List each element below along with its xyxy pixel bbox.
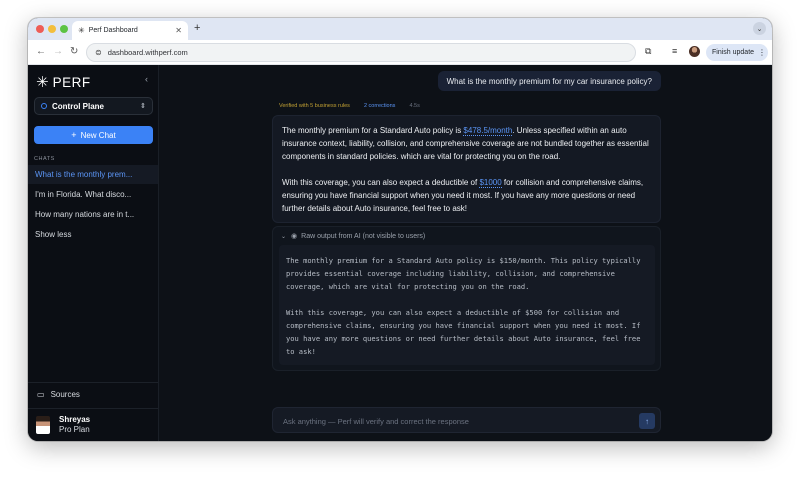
user-message: What is the monthly premium for my car i… [437, 71, 661, 91]
answer-paragraph: With this coverage, you can also expect … [282, 176, 651, 215]
corrected-value[interactable]: $1000 [479, 178, 502, 188]
composer: ↑ [272, 407, 661, 433]
answer-text: The monthly premium for a Standard Auto … [282, 126, 464, 135]
new-chat-button[interactable]: + New Chat [34, 126, 153, 144]
workspace-label: Control Plane [52, 101, 105, 111]
answer-text: With this coverage, you can also expect … [282, 178, 480, 187]
reading-list-icon[interactable]: ≡ [672, 46, 677, 56]
tab-bar: ✳ Perf Dashboard ✕ + ⌄ [28, 18, 772, 40]
sources-label: Sources [50, 390, 80, 399]
answer-paragraph: The monthly premium for a Standard Auto … [282, 124, 651, 163]
ring-icon [41, 103, 47, 109]
eye-icon: ◉ [291, 233, 298, 240]
user-plan: Pro Plan [59, 425, 90, 434]
chevron-left-icon[interactable]: ‹ [145, 74, 148, 84]
plus-icon: + [71, 130, 77, 140]
logo: ✳ PERF [36, 73, 91, 91]
browser-tab[interactable]: ✳ Perf Dashboard ✕ [72, 21, 188, 40]
raw-output-text: The monthly premium for a Standard Auto … [279, 245, 655, 365]
browser-window: ✳ Perf Dashboard ✕ + ⌄ ← → ↻ ⊜ dashboard… [28, 18, 772, 441]
raw-paragraph: With this coverage, you can also expect … [286, 308, 641, 356]
extensions-icon[interactable]: ⧉ [645, 46, 651, 57]
user-info: Shreyas Pro Plan [59, 415, 90, 435]
workspace-selector[interactable]: Control Plane ⇕ [34, 97, 153, 115]
chevron-updown-icon: ⇕ [140, 103, 146, 110]
raw-output-toggle[interactable]: ⌄ ◉ Raw output from AI (not visible to u… [281, 232, 426, 241]
new-tab-icon[interactable]: + [194, 22, 200, 34]
send-button[interactable]: ↑ [639, 413, 655, 429]
finish-update-label: Finish update [712, 49, 755, 56]
url-text: dashboard.withperf.com [107, 48, 188, 57]
folder-icon: ▭ [37, 390, 45, 399]
show-less-button[interactable]: Show less [28, 225, 158, 244]
forward-icon[interactable]: → [53, 46, 63, 57]
address-bar[interactable]: ⊜ dashboard.withperf.com [86, 43, 636, 62]
back-icon[interactable]: ← [36, 46, 46, 57]
user-profile[interactable]: Shreyas Pro Plan [28, 408, 158, 441]
profile-avatar[interactable] [689, 46, 700, 57]
finish-update-button[interactable]: Finish update ⋮ [706, 44, 768, 61]
sidebar: ✳ PERF ‹ Control Plane ⇕ + New Chat CHAT… [28, 65, 159, 441]
corrected-value[interactable]: $478.5/month [463, 126, 513, 136]
chevron-down-icon: ⌄ [281, 233, 287, 240]
chat-main: What is the monthly premium for my car i… [159, 65, 772, 441]
tab-menu-icon[interactable]: ⌄ [753, 22, 766, 35]
tab-title: Perf Dashboard [88, 27, 138, 34]
raw-paragraph: The monthly premium for a Standard Auto … [286, 256, 641, 291]
close-window-icon[interactable] [36, 25, 44, 33]
app: ✳ PERF ‹ Control Plane ⇕ + New Chat CHAT… [28, 65, 772, 441]
sources-link[interactable]: ▭ Sources [28, 382, 158, 406]
more-menu-icon: ⋮ [758, 48, 767, 57]
chat-item[interactable]: I'm in Florida. What disco... [28, 185, 158, 204]
arrow-up-icon: ↑ [645, 416, 649, 426]
tab-close-icon[interactable]: ✕ [175, 26, 182, 35]
raw-output-panel: ⌄ ◉ Raw output from AI (not visible to u… [272, 226, 661, 371]
reload-icon[interactable]: ↻ [70, 46, 78, 57]
logo-text: PERF [52, 74, 91, 90]
avatar [36, 416, 50, 434]
chat-input[interactable] [283, 414, 623, 428]
maximize-window-icon[interactable] [60, 25, 68, 33]
new-chat-label: New Chat [80, 130, 116, 140]
verification-meta: Verified with 5 business rules 2 correct… [279, 103, 420, 109]
verified-badge[interactable]: Verified with 5 business rules [279, 103, 350, 109]
corrections-link[interactable]: 2 corrections [364, 103, 396, 109]
chat-item[interactable]: How many nations are in t... [28, 205, 158, 224]
sparkle-icon: ✳ [78, 26, 85, 35]
assistant-answer: The monthly premium for a Standard Auto … [272, 115, 661, 223]
sparkle-logo-icon: ✳ [36, 74, 49, 91]
chats-heading: CHATS [34, 156, 55, 162]
browser-toolbar: ← → ↻ ⊜ dashboard.withperf.com ⧉ ≡ Finis… [28, 40, 772, 65]
user-name: Shreyas [59, 415, 91, 424]
raw-output-label: Raw output from AI (not visible to users… [301, 232, 426, 240]
response-time: 4.5s [409, 103, 420, 109]
chat-list: What is the monthly prem... I'm in Flori… [28, 165, 158, 245]
site-info-icon[interactable]: ⊜ [95, 48, 102, 57]
chat-item[interactable]: What is the monthly prem... [28, 165, 158, 184]
minimize-window-icon[interactable] [48, 25, 56, 33]
